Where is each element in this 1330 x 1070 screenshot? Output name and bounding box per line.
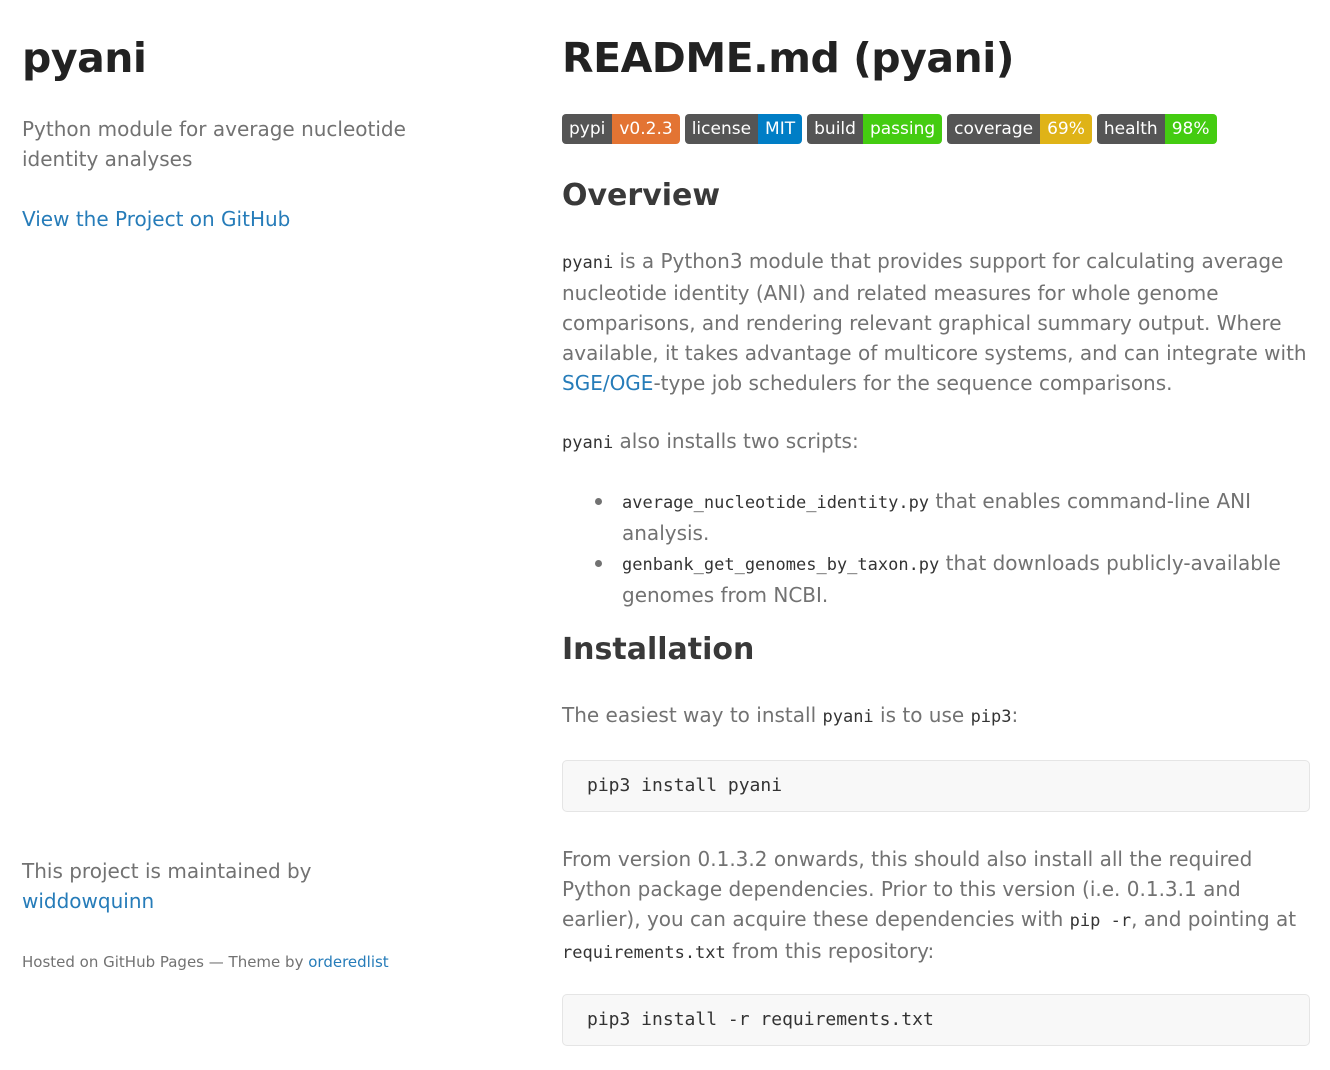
badge-label: health xyxy=(1096,114,1165,144)
inline-code: genbank_get_genomes_by_taxon.py xyxy=(622,555,940,575)
inline-code: pyani xyxy=(562,433,614,453)
scripts-list: average_nucleotide_identity.py that enab… xyxy=(562,486,1312,610)
overview-heading: Overview xyxy=(562,178,721,213)
list-item: genbank_get_genomes_by_taxon.py that dow… xyxy=(562,548,1312,610)
deps-text: from this repository: xyxy=(725,939,935,963)
inline-code: pip -r xyxy=(1069,911,1132,931)
view-on-github-link[interactable]: View the Project on GitHub xyxy=(22,204,290,234)
inline-code: requirements.txt xyxy=(562,943,726,963)
badge-value: passing xyxy=(862,114,943,144)
badge-value: MIT xyxy=(758,114,803,144)
maintainer-note: This project is maintained by widdowquin… xyxy=(22,856,422,916)
bullet-icon xyxy=(595,560,602,567)
badge-value: v0.2.3 xyxy=(612,114,680,144)
install-text: : xyxy=(1011,703,1019,727)
badge-value: 69% xyxy=(1040,114,1092,144)
code-block[interactable]: pip3 install pyani xyxy=(562,760,1310,812)
scripts-intro-text: also installs two scripts: xyxy=(613,429,859,453)
inline-code: pyani xyxy=(822,707,874,727)
inline-code: average_nucleotide_identity.py xyxy=(622,493,930,513)
badge-license[interactable]: license MIT xyxy=(684,114,803,144)
hosted-prefix: Hosted on GitHub Pages — Theme by xyxy=(22,953,304,971)
badge-value: 98% xyxy=(1164,114,1217,144)
list-item: average_nucleotide_identity.py that enab… xyxy=(562,486,1312,548)
maintainer-link[interactable]: widdowquinn xyxy=(22,889,154,913)
sge-oge-link[interactable]: SGE/OGE xyxy=(562,371,653,395)
badge-label: coverage xyxy=(947,114,1041,144)
badge-coverage[interactable]: coverage 69% xyxy=(947,114,1092,144)
bullet-icon xyxy=(595,498,602,505)
badge-build[interactable]: build passing xyxy=(807,114,943,144)
page: pyani Python module for average nucleoti… xyxy=(0,0,1330,1070)
maintained-prefix: This project is maintained by xyxy=(22,859,312,883)
inline-code: pip3 xyxy=(970,707,1012,727)
badge-label: pypi xyxy=(562,114,613,144)
inline-code: pyani xyxy=(562,253,614,273)
scripts-intro: pyani also installs two scripts: xyxy=(562,426,1312,458)
readme-title: README.md (pyani) xyxy=(562,34,1015,82)
install-paragraph: The easiest way to install pyani is to u… xyxy=(562,700,1312,732)
site-description: Python module for average nucleotide ide… xyxy=(22,117,406,171)
deps-text: , and pointing at xyxy=(1131,907,1297,931)
badge-pypi[interactable]: pypi v0.2.3 xyxy=(562,114,680,144)
badge-label: build xyxy=(807,114,863,144)
badge-row: pypi v0.2.3 license MIT build passing cover… xyxy=(562,114,1217,144)
code-block[interactable]: pip3 install -r requirements.txt xyxy=(562,994,1310,1046)
site-title: pyani xyxy=(22,34,147,82)
dependencies-paragraph: From version 0.1.3.2 onwards, this shoul… xyxy=(562,844,1312,968)
sidebar: pyani Python module for average nucleoti… xyxy=(22,0,492,1070)
overview-paragraph: pyani is a Python3 module that provides … xyxy=(562,246,1312,398)
installation-heading: Installation xyxy=(562,632,755,667)
hosted-note: Hosted on GitHub Pages — Theme by ordere… xyxy=(22,950,492,974)
install-text: is to use xyxy=(873,703,971,727)
theme-author-link[interactable]: orderedlist xyxy=(308,953,388,971)
install-text: The easiest way to install xyxy=(562,703,823,727)
overview-text: is a Python3 module that provides suppor… xyxy=(562,249,1307,365)
badge-label: license xyxy=(684,114,759,144)
main-content: README.md (pyani) pypi v0.2.3 license MIT … xyxy=(562,0,1312,1070)
badge-health[interactable]: health 98% xyxy=(1096,114,1217,144)
overview-text-tail: -type job schedulers for the sequence co… xyxy=(653,371,1173,395)
